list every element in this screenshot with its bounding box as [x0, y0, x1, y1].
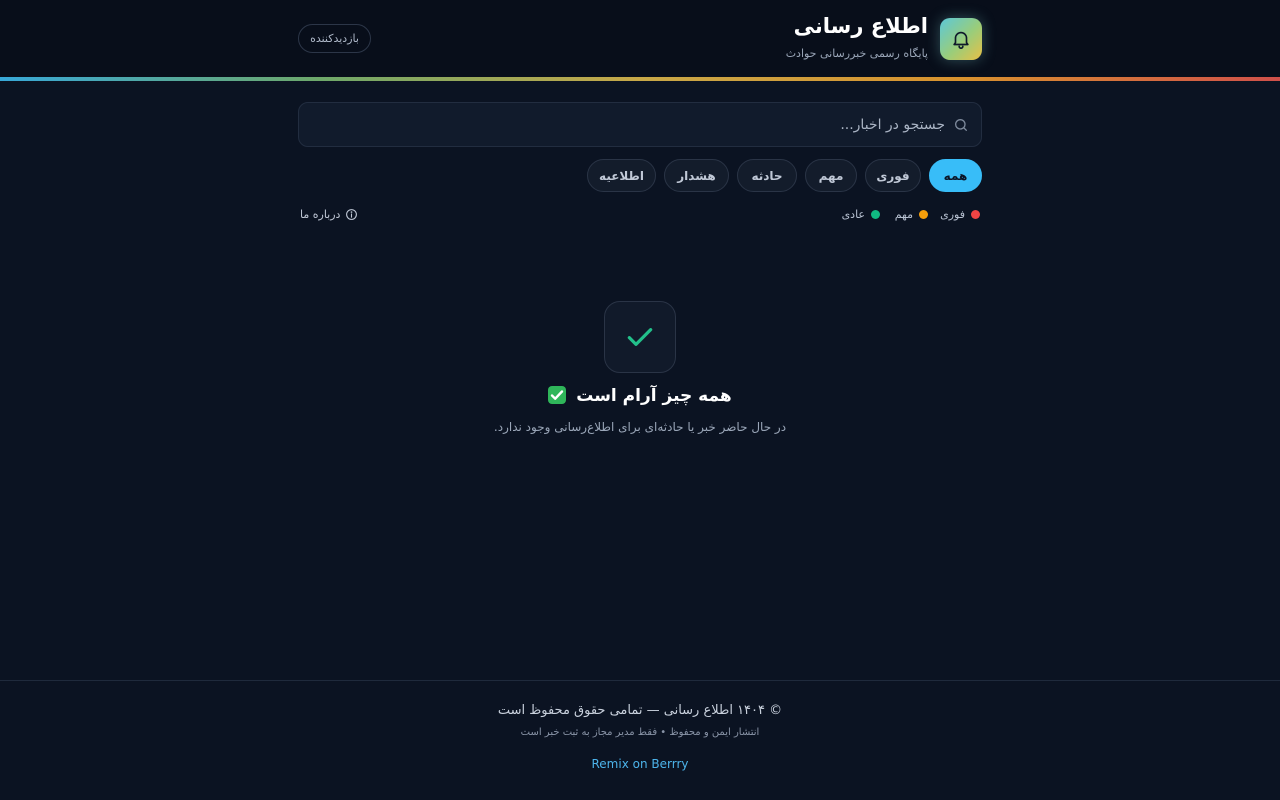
app-subtitle: پایگاه رسمی خبررسانی حوادث [785, 47, 928, 60]
check-mark-emoji-icon [548, 386, 567, 404]
filter-chip-important[interactable]: مهم [805, 159, 857, 192]
legend-dot-important [919, 209, 928, 219]
app-footer: © ۱۴۰۴ اطلاع رسانی — تمامی حقوق محفوظ اس… [0, 680, 1280, 800]
empty-state-title: همه چیز آرام است [340, 386, 940, 406]
about-link[interactable]: درباره ما [300, 206, 358, 222]
empty-state-subtitle: در حال حاضر خبر یا حادثه‌ای برای اطلاع‌ر… [493, 420, 787, 434]
legend-dot-normal [871, 209, 880, 219]
empty-state-icon-box [604, 301, 676, 373]
filter-chip-notice[interactable]: اطلاعیه [587, 159, 656, 192]
search-icon [955, 119, 967, 131]
about-link-label: درباره ما [300, 207, 341, 221]
legend-label-normal: عادی [841, 207, 865, 221]
search-input[interactable] [311, 103, 945, 146]
filter-chip-all[interactable]: همه [929, 159, 982, 192]
legend-normal: عادی [842, 206, 880, 222]
filter-chip-warning[interactable]: هشدار [664, 159, 729, 192]
legend-urgent: فوری [940, 206, 980, 222]
header-gradient-divider [0, 77, 1280, 81]
app-title: اطلاع رسانی [793, 14, 928, 38]
info-icon [346, 208, 358, 220]
app-header: اطلاع رسانی پایگاه رسمی خبررسانی حوادث ب… [0, 0, 1280, 78]
legend-important: مهم [895, 206, 928, 222]
search-box[interactable] [298, 102, 982, 147]
visitor-button[interactable]: بازدیدکننده [298, 24, 371, 53]
legend-dot-urgent [971, 209, 980, 219]
filter-chip-incident[interactable]: حادثه [737, 159, 797, 192]
footer-note: انتشار ایمن و محفوظ • فقط مدیر مجاز به ث… [520, 727, 760, 738]
legend-label-urgent: فوری [940, 207, 965, 221]
filter-chip-urgent[interactable]: فوری [865, 159, 921, 192]
bell-icon [940, 18, 982, 60]
legend-label-important: مهم [894, 207, 913, 221]
empty-state-title-text: همه چیز آرام است [576, 386, 732, 406]
check-icon [627, 328, 653, 346]
footer-copyright: © ۱۴۰۴ اطلاع رسانی — تمامی حقوق محفوظ اس… [497, 703, 783, 718]
remix-link[interactable]: Remix on Berrry [0, 757, 1280, 771]
